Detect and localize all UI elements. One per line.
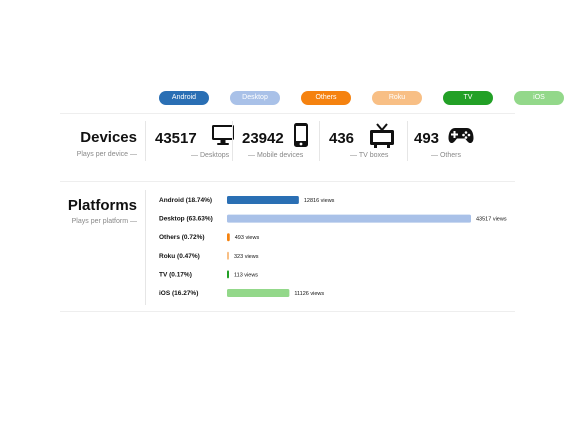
bar-value-label: 113 views [234, 272, 258, 278]
bar[interactable] [227, 196, 299, 204]
bar-category-label: iOS (16.27%) [159, 290, 198, 297]
bar[interactable] [227, 289, 290, 297]
bar-category-label: Android (18.74%) [159, 197, 212, 204]
bar-category-label: TV (0.17%) [159, 271, 192, 278]
bar[interactable] [227, 251, 229, 260]
bar[interactable] [227, 233, 230, 242]
bar-value-label: 11126 views [294, 291, 324, 297]
bar-value-label: 493 views [235, 235, 260, 241]
bar[interactable] [227, 214, 471, 223]
bar-value-label: 43517 views [476, 217, 507, 223]
divider-bottom [60, 311, 515, 312]
bar-value-label: 12816 views [304, 198, 335, 204]
bar-category-label: Others (0.72%) [159, 234, 205, 241]
platform-bar-chart: Android (18.74%) 12816 views Desktop (63.6… [159, 196, 507, 297]
bar-category-label: Desktop (63.63%) [159, 216, 213, 223]
bar-category-label: Roku (0.47%) [159, 253, 200, 260]
bar[interactable] [227, 270, 229, 279]
bar-value-label: 323 views [234, 254, 259, 260]
